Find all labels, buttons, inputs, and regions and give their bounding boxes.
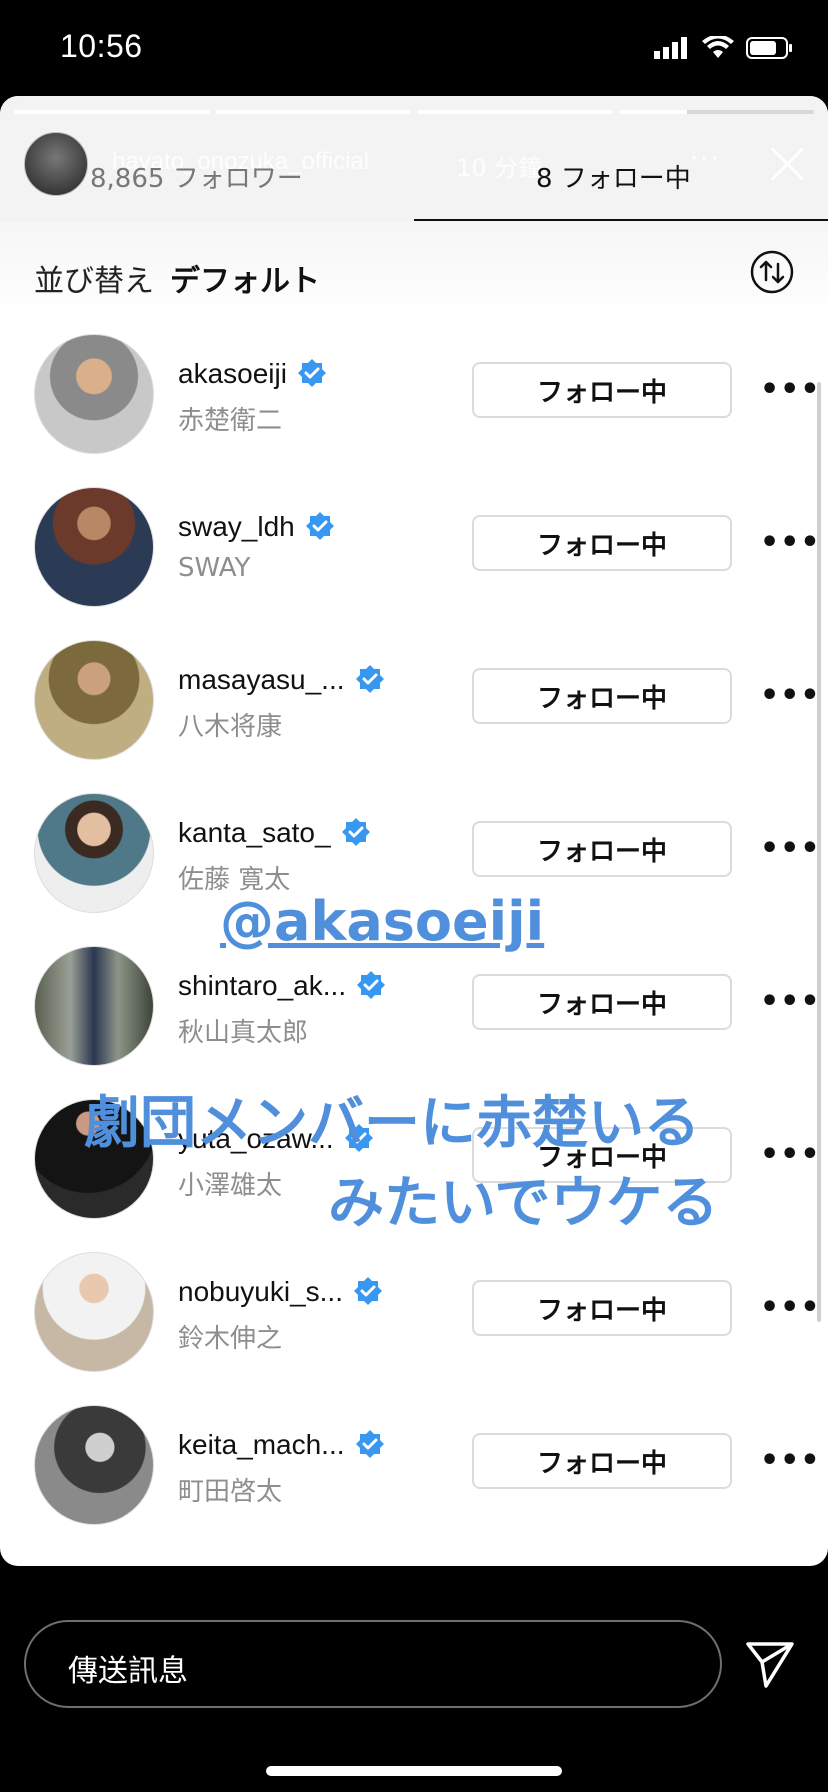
sort-value[interactable]: デフォルト: [170, 256, 320, 300]
story-progress-segment: [215, 110, 411, 114]
avatar[interactable]: [34, 640, 154, 760]
following-button[interactable]: フォロー中: [472, 1280, 732, 1336]
avatar[interactable]: [34, 1099, 154, 1219]
more-options-icon[interactable]: •••: [760, 1290, 821, 1325]
username[interactable]: masayasu_...: [178, 664, 345, 695]
list-item[interactable]: masayasu_... 八木将康 フォロー中 •••: [0, 634, 828, 786]
more-options-icon[interactable]: •••: [760, 1137, 821, 1172]
story-progress-segment: [417, 110, 613, 114]
avatar[interactable]: [34, 487, 154, 607]
list-item[interactable]: akasoeiji 赤楚衛二 フォロー中 •••: [0, 328, 828, 480]
story-progress-segment: [618, 110, 814, 114]
reply-bar: 傳送訊息: [0, 1566, 828, 1792]
following-button[interactable]: フォロー中: [472, 821, 732, 877]
username[interactable]: keita_mach...: [178, 1429, 345, 1460]
username-row[interactable]: keita_mach...: [178, 1429, 385, 1461]
more-options-icon[interactable]: •••: [760, 1443, 821, 1478]
cellular-signal-icon: [654, 37, 687, 59]
more-options-icon[interactable]: •••: [760, 372, 821, 407]
verified-badge-icon: [297, 359, 326, 387]
username[interactable]: nobuyuki_s...: [178, 1276, 343, 1307]
username-row[interactable]: yuta_ozaw...: [178, 1123, 374, 1155]
more-options-icon[interactable]: •••: [760, 678, 821, 713]
following-button[interactable]: フォロー中: [472, 1433, 732, 1489]
list-item[interactable]: sway_ldh SWAY フォロー中 •••: [0, 481, 828, 633]
verified-badge-icon: [355, 1430, 384, 1458]
status-bar: 10:56: [0, 0, 828, 96]
verified-badge-icon: [305, 512, 334, 540]
tab-active-indicator: [414, 219, 828, 221]
list-item[interactable]: shintaro_ak... 秋山真太郎 フォロー中 •••: [0, 940, 828, 1092]
list-item[interactable]: kanta_sato_ 佐藤 寛太 フォロー中 •••: [0, 787, 828, 939]
status-time: 10:56: [60, 28, 143, 64]
list-item[interactable]: yuta_ozaw... 小澤雄太 フォロー中 •••: [0, 1093, 828, 1245]
full-name: 鈴木伸之: [178, 1324, 283, 1354]
tab-followers[interactable]: 8,865 フォロワー: [90, 158, 303, 195]
verified-badge-icon: [344, 1124, 373, 1152]
avatar[interactable]: [34, 1252, 154, 1372]
story-progress: [14, 110, 814, 114]
username-row[interactable]: shintaro_ak...: [178, 970, 386, 1002]
story-progress-segment: [14, 110, 210, 114]
username-row[interactable]: sway_ldh: [178, 511, 335, 543]
avatar[interactable]: [34, 946, 154, 1066]
story-avatar[interactable]: [24, 132, 88, 196]
sort-row[interactable]: 並び替え デフォルト: [0, 222, 828, 322]
username[interactable]: shintaro_ak...: [178, 970, 346, 1001]
more-options-icon[interactable]: •••: [760, 984, 821, 1019]
username[interactable]: kanta_sato_: [178, 817, 331, 848]
full-name: 八木将康: [178, 712, 283, 742]
message-input[interactable]: 傳送訊息: [24, 1620, 722, 1708]
verified-badge-icon: [354, 1277, 382, 1305]
username-row[interactable]: nobuyuki_s...: [178, 1276, 383, 1308]
following-button[interactable]: フォロー中: [472, 362, 732, 418]
more-options-icon[interactable]: •••: [760, 525, 821, 560]
send-icon[interactable]: [744, 1638, 796, 1690]
full-name: 佐藤 寛太: [178, 865, 291, 895]
full-name: 秋山真太郎: [178, 1018, 309, 1048]
full-name: SWAY: [178, 553, 251, 583]
status-icons: [654, 36, 794, 60]
avatar[interactable]: [34, 793, 154, 913]
verified-badge-icon: [357, 971, 386, 999]
username-row[interactable]: akasoeiji: [178, 358, 327, 390]
scrollbar[interactable]: [817, 382, 821, 1322]
username-row[interactable]: masayasu_...: [178, 664, 385, 696]
verified-badge-icon: [341, 818, 370, 846]
wifi-icon: [702, 36, 734, 58]
sort-arrows-icon[interactable]: [750, 250, 794, 294]
full-name: 赤楚衛二: [178, 406, 283, 436]
sort-label: 並び替え: [34, 264, 154, 299]
avatar[interactable]: [34, 334, 154, 454]
more-options-icon[interactable]: •••: [760, 831, 821, 866]
following-button[interactable]: フォロー中: [472, 974, 732, 1030]
following-button[interactable]: フォロー中: [472, 668, 732, 724]
following-button[interactable]: フォロー中: [472, 515, 732, 571]
username[interactable]: yuta_ozaw...: [178, 1123, 334, 1154]
username[interactable]: sway_ldh: [178, 511, 295, 542]
tab-following[interactable]: 8 フォロー中: [536, 158, 691, 195]
list-item[interactable]: nobuyuki_s... 鈴木伸之 フォロー中 •••: [0, 1246, 828, 1398]
message-placeholder: 傳送訊息: [68, 1654, 188, 1689]
home-indicator[interactable]: [266, 1766, 562, 1776]
battery-icon: [746, 37, 792, 59]
sheet-header: hayato_onozuka_official 10 分鐘 ··· 8,865 …: [0, 96, 828, 222]
story-more-icon[interactable]: ···: [690, 144, 721, 174]
close-icon[interactable]: [764, 140, 812, 188]
username-row[interactable]: kanta_sato_: [178, 817, 371, 849]
avatar[interactable]: [34, 1405, 154, 1525]
list-item[interactable]: keita_mach... 町田啓太 フォロー中 •••: [0, 1399, 828, 1551]
story-time: 10 分鐘: [456, 154, 543, 182]
verified-badge-icon: [355, 665, 384, 693]
full-name: 町田啓太: [178, 1477, 283, 1507]
username[interactable]: akasoeiji: [178, 358, 287, 389]
following-sheet: hayato_onozuka_official 10 分鐘 ··· 8,865 …: [0, 96, 828, 1566]
following-button[interactable]: フォロー中: [472, 1127, 732, 1183]
full-name: 小澤雄太: [178, 1171, 283, 1201]
